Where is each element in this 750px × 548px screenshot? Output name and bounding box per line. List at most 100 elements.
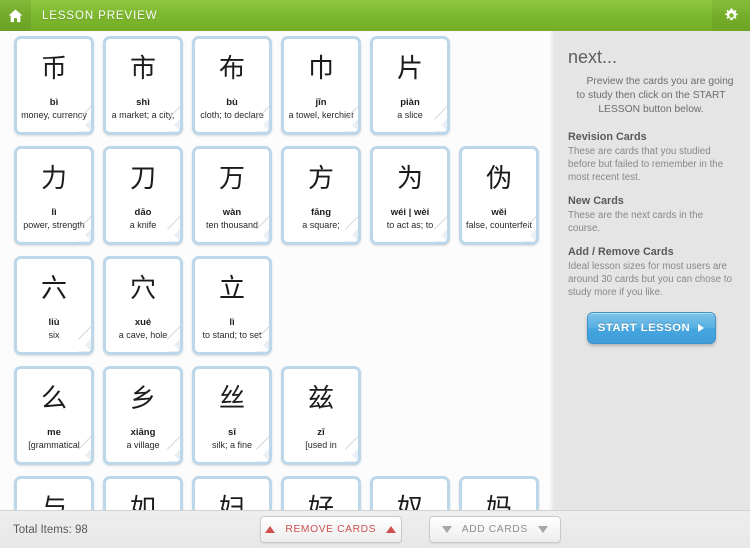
flashcard-inner: 妇 [195,479,269,510]
flashcard[interactable]: 片 piàn a slice [370,36,450,135]
flashcard-definition: six [48,330,60,340]
card-row: 与如妇好奴妈 [14,476,554,510]
flashcard-definition: ten thousand [205,220,259,230]
card-row: 币 bì money, currency 市 shì a market; a city, 布… [14,36,554,146]
flashcard-hanzi: 市 [129,54,156,84]
page-fold-icon [78,118,91,132]
card-row: 六 liù six 穴 xué a cave, hole 立 lì to stand; to s… [14,256,554,366]
remove-cards-button[interactable]: REMOVE CARDS [259,516,402,543]
flashcard[interactable]: 六 liù six [14,256,94,355]
flashcard-hanzi: 妇 [218,494,245,510]
flashcard-definition: cloth; to declare [200,110,264,120]
flashcard-pinyin: bù [226,97,238,108]
flashcard-hanzi: 乡 [129,384,156,414]
flashcard[interactable]: 万 wàn ten thousand [192,146,272,245]
flashcard-definition: a slice [397,110,423,120]
card-preview-panel[interactable]: 币 bì money, currency 市 shì a market; a city, 布… [0,31,554,510]
flashcard-definition: power, strength [23,220,85,230]
triangle-right-icon [698,324,705,332]
flashcard[interactable]: 方 fāng a square; [281,146,361,245]
add-cards-button[interactable]: ADD CARDS [428,516,561,543]
triangle-down-icon [441,526,452,533]
sidebar-intro-text: Preview the cards you are going to study… [576,76,734,115]
flashcard-pinyin: wàn [222,207,242,218]
flashcard[interactable]: 巾 jīn a towel, kerchief [281,36,361,135]
page-fold-icon [78,338,91,352]
sidebar-section-revision-cards: Revision Cards These are cards that you … [568,131,734,184]
flashcard[interactable]: 兹 zī [used in [281,366,361,465]
flashcard[interactable]: 奴 [370,476,450,510]
flashcard-definition: a village [126,440,160,450]
flashcard-hanzi: 刀 [129,164,156,194]
gear-icon[interactable] [712,0,750,31]
section-title: Revision Cards [568,131,647,143]
flashcard-definition: to stand; to set [202,330,262,340]
flashcard[interactable]: 为 wéi | wèi to act as; to [370,146,450,245]
page-fold-icon [434,228,447,242]
section-body: These are cards that you studied before … [568,146,724,183]
remove-cards-label: REMOVE CARDS [285,524,377,535]
flashcard[interactable]: 市 shì a market; a city, [103,36,183,135]
page-fold-icon [434,118,447,132]
triangle-down-icon [537,526,548,533]
flashcard-hanzi: 兹 [307,384,334,414]
card-row: 力 lì power, strength 刀 dāo a knife 万 wàn ten tho… [14,146,554,256]
flashcard-hanzi: 六 [40,274,67,304]
flashcard-hanzi: 伪 [485,164,512,194]
sidebar-heading: next... [568,47,618,67]
flashcard-definition: silk; a fine [211,440,253,450]
flashcard[interactable]: 么 me [grammatical [14,366,94,465]
info-sidebar: next... Preview the cards you are going … [554,31,750,510]
flashcard-hanzi: 为 [396,164,423,194]
add-cards-label: ADD CARDS [461,524,528,535]
flashcard-pinyin: liù [48,317,60,328]
flashcard-definition: [used in [305,440,337,450]
flashcard-hanzi: 奴 [396,494,423,510]
home-icon[interactable] [0,0,31,31]
flashcard[interactable]: 如 [103,476,183,510]
flashcard-hanzi: 币 [40,54,67,84]
flashcard-definition: a square; [302,220,340,230]
flashcard-pinyin: piàn [400,97,420,108]
flashcard-pinyin: dāo [134,207,152,218]
lesson-preview-app: LESSON PREVIEW 币 bì money, currency 市 shì a m… [0,0,750,548]
flashcard-hanzi: 妈 [485,494,512,510]
flashcard-hanzi: 穴 [129,274,156,304]
flashcard[interactable]: 伪 wěi false, counterfeit [459,146,539,245]
flashcard-hanzi: 巾 [307,54,334,84]
page-fold-icon [167,118,180,132]
page-fold-icon [167,448,180,462]
flashcard-definition: [grammatical [28,440,80,450]
flashcard[interactable]: 力 lì power, strength [14,146,94,245]
start-lesson-label: START LESSON [597,322,691,334]
flashcard[interactable]: 乡 xiāng a village [103,366,183,465]
section-title: Add / Remove Cards [568,246,674,258]
flashcard[interactable]: 布 bù cloth; to declare [192,36,272,135]
flashcard[interactable]: 妇 [192,476,272,510]
flashcard[interactable]: 币 bì money, currency [14,36,94,135]
flashcard-inner: 好 [284,479,358,510]
page-fold-icon [167,338,180,352]
page-fold-icon [167,228,180,242]
flashcard[interactable]: 妈 [459,476,539,510]
triangle-up-icon [386,526,397,533]
flashcard-hanzi: 么 [40,384,67,414]
page-fold-icon [78,228,91,242]
flashcard[interactable]: 立 lì to stand; to set [192,256,272,355]
flashcard-pinyin: jīn [315,97,327,108]
flashcard-pinyin: lì [229,317,235,328]
start-lesson-button[interactable]: START LESSON [586,312,716,344]
flashcard[interactable]: 穴 xué a cave, hole [103,256,183,355]
flashcard-hanzi: 与 [40,494,67,510]
app-footer: Total Items: 98 REMOVE CARDS ADD CARDS [0,510,750,548]
flashcard[interactable]: 刀 dāo a knife [103,146,183,245]
flashcard-hanzi: 万 [218,164,245,194]
flashcard-inner: 与 [17,479,91,510]
flashcard[interactable]: 好 [281,476,361,510]
triangle-up-icon [265,526,276,533]
flashcard[interactable]: 与 [14,476,94,510]
flashcard-hanzi: 片 [396,54,423,84]
flashcard[interactable]: 丝 sī silk; a fine [192,366,272,465]
section-body: These are the next cards in the course. [568,210,704,234]
flashcard-pinyin: me [47,427,61,438]
